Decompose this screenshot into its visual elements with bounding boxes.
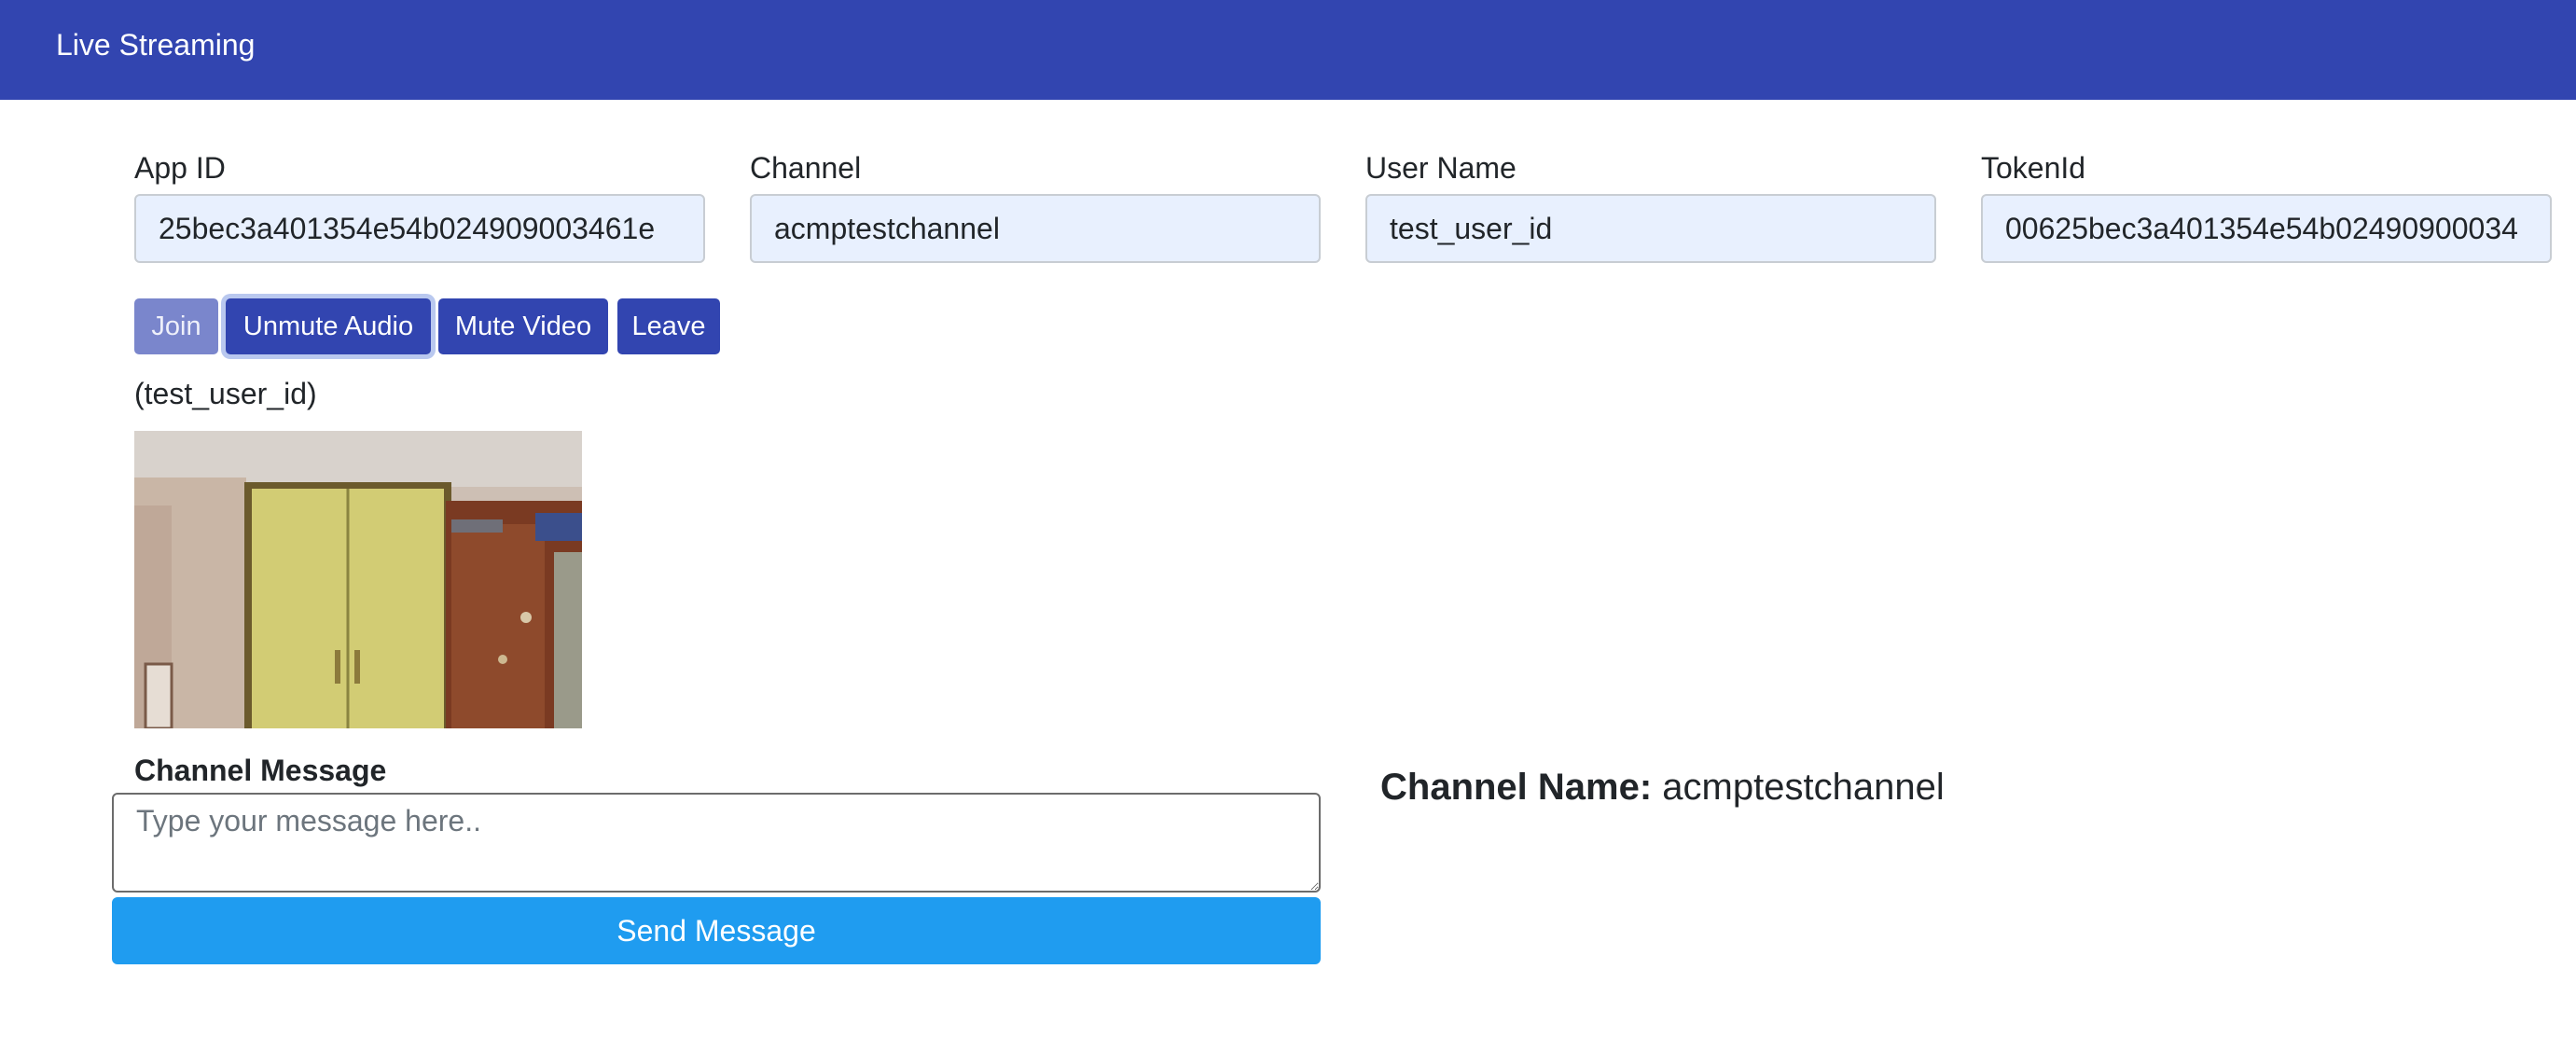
local-user-label: (test_user_id): [134, 377, 317, 410]
user-name-label: User Name: [1365, 151, 1517, 185]
user-name-input[interactable]: test_user_id: [1365, 194, 1936, 263]
local-video-stream: [134, 431, 582, 728]
navbar-brand[interactable]: Live Streaming: [56, 28, 255, 62]
channel-name-key: Channel Name:: [1380, 767, 1653, 808]
unmute-audio-button[interactable]: Unmute Audio: [226, 298, 431, 354]
channel-message-title: Channel Message: [134, 754, 387, 787]
top-navbar: Live Streaming: [0, 0, 2576, 100]
message-input[interactable]: [112, 793, 1321, 893]
mute-video-button[interactable]: Mute Video: [438, 298, 608, 354]
app-id-label: App ID: [134, 151, 226, 185]
token-id-label: TokenId: [1981, 151, 2086, 185]
join-button[interactable]: Join: [134, 298, 218, 354]
video-frame-image: [134, 431, 582, 728]
channel-name-display: Channel Name: acmptestchannel: [1380, 767, 1945, 809]
token-id-input[interactable]: 00625bec3a401354e54b02490900034: [1981, 194, 2552, 263]
channel-name-value: acmptestchannel: [1662, 767, 1945, 808]
app-id-input[interactable]: 25bec3a401354e54b024909003461e: [134, 194, 705, 263]
channel-input[interactable]: acmptestchannel: [750, 194, 1321, 263]
channel-label: Channel: [750, 151, 862, 185]
leave-button[interactable]: Leave: [617, 298, 720, 354]
send-message-button[interactable]: Send Message: [112, 897, 1321, 964]
